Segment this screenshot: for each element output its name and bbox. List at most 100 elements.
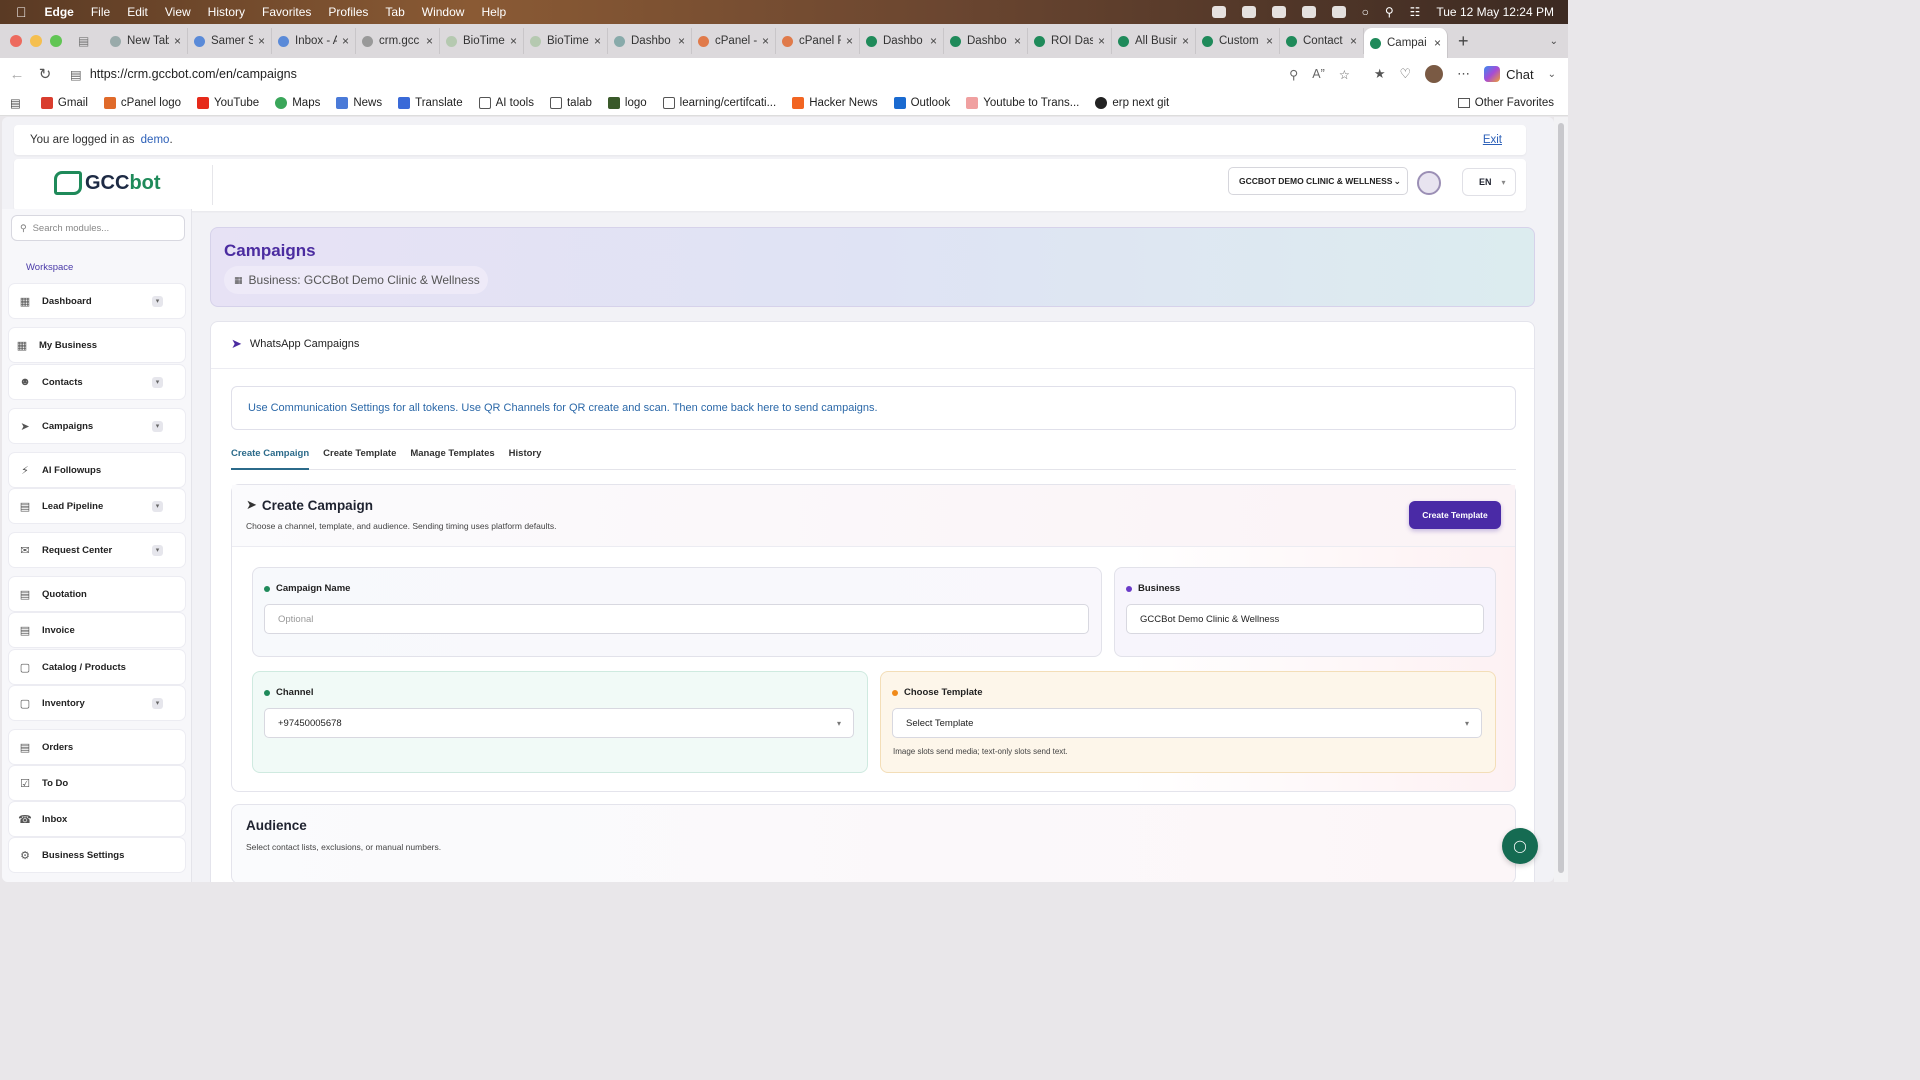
bookmark-outlook[interactable]: Outlook xyxy=(893,96,950,109)
browser-tab[interactable]: Inbox - A × xyxy=(272,28,356,54)
sidebar-item-campaigns[interactable]: ➤ Campaigns ▾ xyxy=(8,408,186,444)
favorites-icon[interactable]: ★ xyxy=(1374,66,1386,82)
menubar-clock[interactable]: Tue 12 May 12:24 PM xyxy=(1436,5,1554,19)
sidebar-item-business-settings[interactable]: ⚙ Business Settings xyxy=(8,837,186,873)
tab-manage-templates[interactable]: Manage Templates xyxy=(410,448,494,470)
tab-list-chevron-icon[interactable]: ⌄ xyxy=(1550,36,1558,47)
tab-history[interactable]: History xyxy=(509,448,542,470)
favorite-star-icon[interactable]: ☆ xyxy=(1339,67,1350,82)
tab-close-icon[interactable]: × xyxy=(1350,34,1357,48)
menu-history[interactable]: History xyxy=(208,5,245,19)
zoom-icon[interactable]: ⚲ xyxy=(1289,67,1298,82)
site-info-icon[interactable]: ▤ xyxy=(70,67,82,82)
url-bar[interactable]: ▤ https://crm.gccbot.com/en/campaigns ⚲ … xyxy=(62,62,1362,86)
sidebar-item-my-business[interactable]: ▦ My Business xyxy=(8,327,186,363)
tab-close-icon[interactable]: × xyxy=(1098,34,1105,48)
browser-tab[interactable]: BioTime × xyxy=(524,28,608,54)
browser-tab[interactable]: Contact × xyxy=(1280,28,1364,54)
menu-tab[interactable]: Tab xyxy=(385,5,404,19)
chevron-down-icon[interactable]: ⌄ xyxy=(1548,69,1556,80)
keyboard-icon[interactable] xyxy=(1301,6,1316,18)
bookmark-hacker-news[interactable]: Hacker News xyxy=(792,96,878,109)
health-icon[interactable]: ♡ xyxy=(1399,66,1411,82)
chevron-down-icon[interactable]: ▾ xyxy=(152,376,163,388)
tab-close-icon[interactable]: × xyxy=(1182,34,1189,48)
bookmark-logo[interactable]: logo xyxy=(607,96,647,109)
sidebar-item-to-do[interactable]: ☑ To Do xyxy=(8,765,186,801)
page-scrollbar[interactable] xyxy=(1554,117,1568,882)
menu-app[interactable]: Edge xyxy=(45,5,74,19)
tab-close-icon[interactable]: × xyxy=(426,34,433,48)
tab-close-icon[interactable]: × xyxy=(510,34,517,48)
more-menu-icon[interactable]: ⋯ xyxy=(1457,66,1470,82)
business-select[interactable]: GCCBOT DEMO CLINIC & WELLNESS ⌄ xyxy=(1228,167,1408,195)
browser-tab[interactable]: New Tab × xyxy=(104,28,188,54)
profile-avatar[interactable] xyxy=(1425,65,1444,83)
tab-create-template[interactable]: Create Template xyxy=(323,448,396,470)
sidebar-item-inbox[interactable]: ☎ Inbox xyxy=(8,801,186,837)
sidebar-item-quotation[interactable]: ▤ Quotation xyxy=(8,576,186,612)
gccbot-logo[interactable]: GCC bot xyxy=(54,171,161,195)
channel-select[interactable]: +97450005678 ▾ xyxy=(264,708,854,738)
bookmark-talab[interactable]: talab xyxy=(549,96,592,109)
back-arrow-icon[interactable]: ← xyxy=(6,66,28,83)
tab-close-icon[interactable]: × xyxy=(1266,34,1273,48)
menu-profiles[interactable]: Profiles xyxy=(328,5,368,19)
exit-link[interactable]: Exit xyxy=(1483,134,1502,146)
chevron-down-icon[interactable]: ▾ xyxy=(152,544,163,556)
template-select[interactable]: Select Template ▾ xyxy=(892,708,1482,738)
sidebar-item-ai-followups[interactable]: ⚡ AI Followups xyxy=(8,452,186,488)
browser-tab[interactable]: cPanel - × xyxy=(692,28,776,54)
chevron-down-icon[interactable]: ▾ xyxy=(152,420,163,432)
tab-create-campaign[interactable]: Create Campaign xyxy=(231,448,310,470)
sidebar-item-catalog-products[interactable]: ▢ Catalog / Products xyxy=(8,649,186,685)
chevron-down-icon[interactable]: ▾ xyxy=(152,500,163,512)
tab-close-icon[interactable]: × xyxy=(846,34,853,48)
sidebar-item-orders[interactable]: ▤ Orders xyxy=(8,729,186,765)
zoom-window-button[interactable] xyxy=(50,35,62,47)
browser-tab[interactable]: Custom × xyxy=(1196,28,1280,54)
bookmark-translate[interactable]: Translate xyxy=(398,96,463,109)
sidebar-item-request-center[interactable]: ✉ Request Center ▾ xyxy=(8,532,186,568)
browser-tab[interactable]: Dashbo × xyxy=(860,28,944,54)
module-search-input[interactable]: ⚲ Search modules... xyxy=(11,215,185,241)
cloud-sync-icon[interactable] xyxy=(1271,6,1286,18)
user-avatar[interactable] xyxy=(1417,171,1441,195)
other-favorites[interactable]: Other Favorites xyxy=(1457,97,1554,109)
apple-icon[interactable]:  xyxy=(16,4,27,20)
menu-file[interactable]: File xyxy=(91,5,110,19)
tab-close-icon[interactable]: × xyxy=(930,34,937,48)
reload-icon[interactable]: ↻ xyxy=(34,65,56,83)
menu-window[interactable]: Window xyxy=(422,5,465,19)
scrollbar-thumb[interactable] xyxy=(1558,123,1564,873)
control-center-icon[interactable]: ☷ xyxy=(1410,5,1421,19)
battery-icon[interactable] xyxy=(1331,6,1346,18)
sidebar-toggle-icon[interactable]: ▤ xyxy=(10,96,21,110)
bookmark-youtube[interactable]: YouTube xyxy=(197,96,259,109)
bookmark-learning[interactable]: learning/certifcati... xyxy=(662,96,776,109)
bookmark-gmail[interactable]: Gmail xyxy=(40,96,88,109)
browser-tab[interactable]: crm.gcc × xyxy=(356,28,440,54)
browser-tab[interactable]: Dashbo × xyxy=(944,28,1028,54)
sidebar-item-invoice[interactable]: ▤ Invoice xyxy=(8,612,186,648)
chat-bubble-button[interactable]: ◯ xyxy=(1502,828,1538,864)
bookmark-cpanel[interactable]: cPanel logo xyxy=(103,96,181,109)
menu-view[interactable]: View xyxy=(165,5,191,19)
tab-close-icon[interactable]: × xyxy=(762,34,769,48)
browser-tab[interactable]: ROI Dash× xyxy=(1028,28,1112,54)
browser-tab[interactable]: cPanel F × xyxy=(776,28,860,54)
bookmark-youtube-trans[interactable]: Youtube to Trans... xyxy=(966,96,1079,109)
chevron-down-icon[interactable]: ▾ xyxy=(152,295,163,307)
sidebar-item-dashboard[interactable]: ▦ Dashboard ▾ xyxy=(8,283,186,319)
cloud-icon[interactable] xyxy=(1241,6,1256,18)
bookmark-news[interactable]: News xyxy=(336,96,382,109)
menu-edit[interactable]: Edit xyxy=(127,5,148,19)
bookmark-maps[interactable]: Maps xyxy=(275,96,320,109)
copilot-chat-button[interactable]: Chat xyxy=(1484,66,1534,82)
tab-close-icon[interactable]: × xyxy=(342,34,349,48)
business-field[interactable]: GCCBot Demo Clinic & Wellness xyxy=(1126,604,1484,634)
tab-close-icon[interactable]: × xyxy=(174,34,181,48)
minimize-window-button[interactable] xyxy=(30,35,42,47)
browser-tab[interactable]: Samer S × xyxy=(188,28,272,54)
status-app-icon[interactable] xyxy=(1211,6,1226,18)
